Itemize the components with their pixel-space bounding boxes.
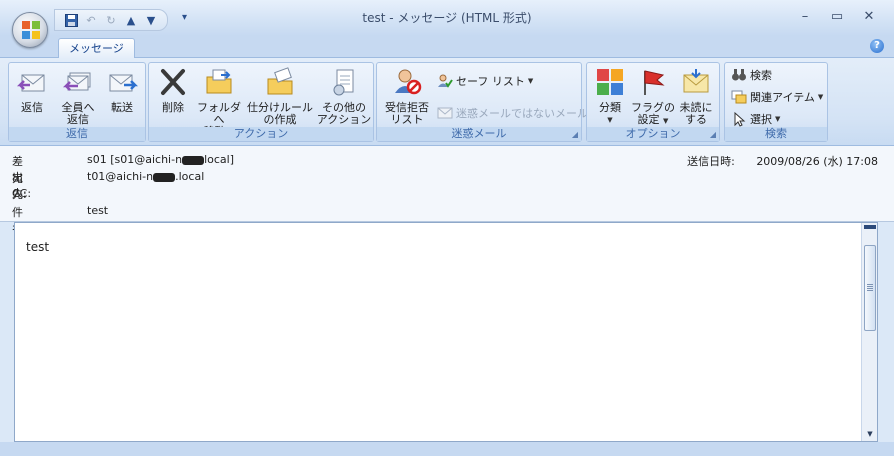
- reply-icon: [16, 74, 45, 92]
- group-reply: 返信 全員へ 返信 転送 返信: [8, 62, 146, 142]
- follow-up-flag-button[interactable]: フラグの 設定 ▼: [631, 67, 675, 126]
- safe-list-button[interactable]: セーフ リスト ▼: [437, 71, 533, 91]
- flag-icon: [644, 70, 665, 95]
- group-label-actions: アクション: [149, 127, 373, 141]
- forward-icon: [109, 74, 139, 92]
- body-text: test: [26, 240, 50, 254]
- block-sender-icon: [395, 69, 422, 95]
- other-actions-button[interactable]: その他の アクション ▼: [315, 67, 373, 137]
- mark-unread-button[interactable]: 未読に する: [675, 67, 717, 126]
- create-rule-button[interactable]: 仕分けルール の作成: [245, 67, 315, 126]
- reply-button[interactable]: 返信: [11, 67, 53, 125]
- junk-dialog-launcher-icon[interactable]: ◢: [572, 130, 578, 139]
- minimize-button[interactable]: –: [792, 8, 818, 26]
- related-items-button[interactable]: 関連アイテム ▼: [731, 87, 823, 107]
- message-header: 差出人: s01 [s01@aichi-n local] 宛先: t01@aich…: [0, 146, 894, 235]
- window-bottom-frame: [0, 442, 894, 456]
- forward-button[interactable]: 転送: [101, 67, 143, 125]
- window-title: test - メッセージ (HTML 形式): [362, 11, 532, 25]
- to-value[interactable]: t01@aichi-n .local: [87, 170, 204, 183]
- group-label-find: 検索: [725, 127, 827, 141]
- sent-label: 送信日時:: [687, 155, 735, 168]
- cursor-icon: [734, 111, 746, 127]
- close-button[interactable]: ✕: [856, 8, 882, 26]
- scroll-grip: [867, 284, 873, 285]
- office-logo-icon: [22, 21, 40, 39]
- mark-unread-icon: [683, 69, 709, 93]
- sent-value: 2009/08/26 (水) 17:08: [756, 155, 878, 168]
- scroll-thumb[interactable]: [864, 245, 876, 331]
- scroll-cap: [864, 225, 876, 229]
- cc-label: CC:: [12, 187, 32, 200]
- scroll-up-button[interactable]: [862, 223, 878, 237]
- group-options: 分類 ▼ フラグの 設定 ▼ 未読に する オプション ◢: [586, 62, 720, 142]
- redaction-mark: [153, 172, 176, 182]
- delete-button[interactable]: 削除: [153, 67, 193, 125]
- move-to-folder-icon: [206, 69, 232, 94]
- group-actions: 削除 フォルダへ 移動 ▼ 仕分けルール の作成 その他の アクション ▼ アク…: [148, 62, 374, 142]
- find-button[interactable]: 検索: [731, 65, 772, 85]
- delete-icon: [161, 69, 185, 95]
- rules-icon: [267, 67, 293, 95]
- maximize-button[interactable]: ▭: [824, 8, 850, 26]
- move-to-folder-button[interactable]: フォルダへ 移動 ▼: [193, 67, 245, 138]
- group-junk: 受信拒否 リスト セーフ リスト ▼ 迷惑メールではないメール 迷惑メール ◢: [376, 62, 588, 142]
- binoculars-icon: [732, 69, 746, 81]
- subject-value: test: [87, 204, 109, 217]
- reply-all-icon: [62, 72, 91, 91]
- not-junk-icon: [437, 107, 453, 119]
- redaction-mark: [182, 155, 205, 165]
- select-button[interactable]: 選択 ▼: [731, 109, 780, 129]
- categorize-icon: [597, 69, 623, 95]
- office-button[interactable]: [12, 12, 48, 48]
- related-items-icon: [731, 90, 747, 104]
- sent-date: 送信日時: 2009/08/26 (水) 17:08: [687, 153, 878, 169]
- help-icon[interactable]: ?: [870, 39, 884, 53]
- ribbon: 返信 全員へ 返信 転送 返信 削除 フォルダへ 移動 ▼ 仕分けルール の作成: [0, 58, 894, 146]
- categorize-button[interactable]: 分類 ▼: [589, 67, 631, 125]
- group-label-options: オプション: [587, 127, 719, 141]
- options-dialog-launcher-icon[interactable]: ◢: [710, 130, 716, 139]
- scroll-down-button[interactable]: ▼: [862, 427, 878, 441]
- ribbon-tab-row: メッセージ ?: [0, 36, 894, 59]
- reply-all-button[interactable]: 全員へ 返信: [55, 67, 101, 126]
- group-label-reply: 返信: [9, 127, 145, 141]
- safe-list-icon: [438, 74, 453, 88]
- other-actions-icon: [333, 69, 354, 96]
- message-body[interactable]: test ▼: [14, 222, 878, 442]
- from-value[interactable]: s01 [s01@aichi-n local]: [87, 153, 234, 166]
- group-find: 検索 関連アイテム ▼ 選択 ▼ 検索: [724, 62, 828, 142]
- group-label-junk: 迷惑メール: [377, 127, 581, 141]
- block-sender-button[interactable]: 受信拒否 リスト: [379, 67, 435, 126]
- vertical-scrollbar[interactable]: ▼: [861, 223, 877, 441]
- title-bar: ↶ ↻ ▲ ▼ ▾ test - メッセージ (HTML 形式) – ▭ ✕: [0, 0, 894, 36]
- tab-message[interactable]: メッセージ: [58, 38, 135, 59]
- not-junk-button[interactable]: 迷惑メールではないメール: [437, 103, 588, 123]
